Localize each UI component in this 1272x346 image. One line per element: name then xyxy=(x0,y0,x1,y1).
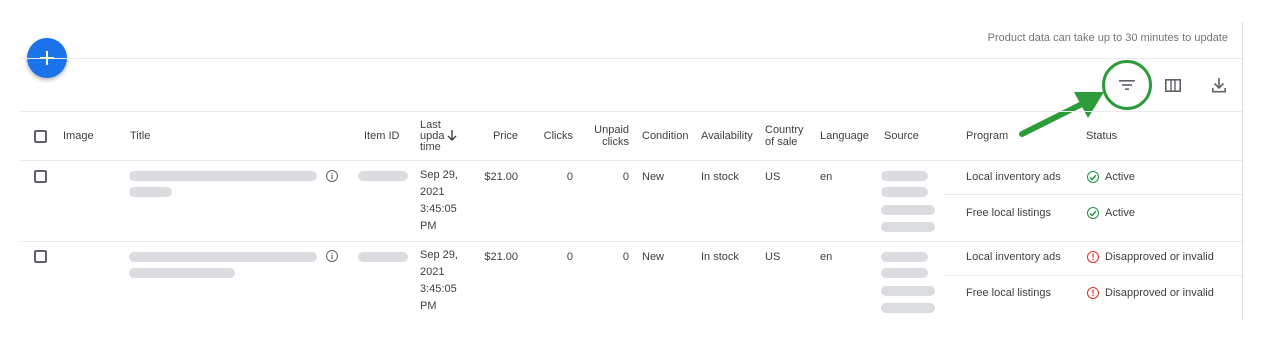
col-availability[interactable]: Availability xyxy=(701,131,753,142)
source-placeholder xyxy=(881,303,935,313)
date-line: 3:45:05 xyxy=(420,283,457,295)
error-circle-icon: ! xyxy=(1087,287,1099,299)
country-cell: US xyxy=(765,251,781,263)
col-title[interactable]: Title xyxy=(130,131,150,142)
row-divider xyxy=(20,241,1242,242)
program-divider xyxy=(944,275,1242,276)
status-label: Active xyxy=(1105,171,1135,183)
condition-cell: New xyxy=(642,251,665,263)
col-unpaid-line2[interactable]: clicks xyxy=(589,137,629,148)
language-cell: en xyxy=(820,171,833,183)
row-checkbox[interactable] xyxy=(34,250,47,263)
title-placeholder xyxy=(129,187,172,197)
date-line: PM xyxy=(420,220,437,232)
columns-button[interactable] xyxy=(1161,73,1185,97)
sort-arrow-down-icon xyxy=(447,130,457,141)
col-clicks[interactable]: Clicks xyxy=(533,131,573,142)
price-cell: $21.00 xyxy=(484,171,518,183)
col-image: Image xyxy=(63,130,94,142)
col-language[interactable]: Language xyxy=(820,131,869,142)
program-cell: Free local listings xyxy=(966,207,1051,219)
col-status[interactable]: Status xyxy=(1086,131,1117,142)
date-line: 2021 xyxy=(420,266,445,278)
col-last-update-line3: time xyxy=(420,141,441,153)
col-country-line2[interactable]: of sale xyxy=(765,137,797,148)
date-line: Sep 29, xyxy=(420,169,458,181)
download-button[interactable] xyxy=(1207,73,1231,97)
status-cell: ! Disapproved or invalid xyxy=(1087,251,1214,263)
row-checkbox[interactable] xyxy=(34,170,47,183)
error-circle-icon: ! xyxy=(1087,251,1099,263)
condition-cell: New xyxy=(642,171,665,183)
status-label: Active xyxy=(1105,207,1135,219)
panel-border xyxy=(1242,22,1243,320)
columns-icon xyxy=(1165,78,1181,92)
title-placeholder xyxy=(129,252,317,262)
toolbar-divider xyxy=(20,111,1242,112)
program-cell: Free local listings xyxy=(966,287,1051,299)
update-notice: Product data can take up to 30 minutes t… xyxy=(987,32,1228,44)
unpaid-clicks-cell: 0 xyxy=(622,251,629,263)
date-line: PM xyxy=(420,300,437,312)
col-condition[interactable]: Condition xyxy=(642,131,688,142)
program-divider xyxy=(944,194,1242,195)
col-unpaid-line1[interactable]: Unpaid xyxy=(589,125,629,136)
date-line: 3:45:05 xyxy=(420,203,457,215)
source-placeholder xyxy=(881,187,928,197)
date-line: 2021 xyxy=(420,186,445,198)
select-all-checkbox[interactable] xyxy=(34,130,47,143)
info-icon[interactable]: i xyxy=(326,250,338,262)
status-cell: Active xyxy=(1087,207,1135,219)
country-cell: US xyxy=(765,171,781,183)
price-cell: $21.00 xyxy=(484,251,518,263)
clicks-cell: 0 xyxy=(566,251,573,263)
col-price[interactable]: Price xyxy=(478,131,518,142)
title-placeholder xyxy=(129,268,235,278)
title-placeholder xyxy=(129,171,317,181)
col-item-id[interactable]: Item ID xyxy=(364,131,399,142)
program-cell: Local inventory ads xyxy=(966,251,1061,263)
source-placeholder xyxy=(881,286,935,296)
check-circle-icon xyxy=(1087,171,1099,183)
status-cell: Active xyxy=(1087,171,1135,183)
download-icon xyxy=(1212,77,1226,92)
header-row-divider xyxy=(20,160,1242,161)
source-placeholder xyxy=(881,171,928,181)
header-divider xyxy=(20,58,1242,59)
availability-cell: In stock xyxy=(701,251,739,263)
source-placeholder xyxy=(881,252,928,262)
source-placeholder xyxy=(881,222,935,232)
last-update-cell: Sep 29, 2021 3:45:05 PM xyxy=(420,247,470,315)
language-cell: en xyxy=(820,251,833,263)
status-label: Disapproved or invalid xyxy=(1105,287,1214,299)
status-label: Disapproved or invalid xyxy=(1105,251,1214,263)
item-id-placeholder xyxy=(358,252,408,262)
unpaid-clicks-cell: 0 xyxy=(622,171,629,183)
program-cell: Local inventory ads xyxy=(966,171,1061,183)
col-country-line1[interactable]: Country xyxy=(765,125,804,136)
check-circle-icon xyxy=(1087,207,1099,219)
col-program[interactable]: Program xyxy=(966,131,1008,142)
date-line: Sep 29, xyxy=(420,249,458,261)
source-placeholder xyxy=(881,268,928,278)
col-source[interactable]: Source xyxy=(884,131,919,142)
status-cell: ! Disapproved or invalid xyxy=(1087,287,1214,299)
last-update-cell: Sep 29, 2021 3:45:05 PM xyxy=(420,167,470,235)
item-id-placeholder xyxy=(358,171,408,181)
info-icon[interactable]: i xyxy=(326,170,338,182)
availability-cell: In stock xyxy=(701,171,739,183)
clicks-cell: 0 xyxy=(566,171,573,183)
source-placeholder xyxy=(881,205,935,215)
